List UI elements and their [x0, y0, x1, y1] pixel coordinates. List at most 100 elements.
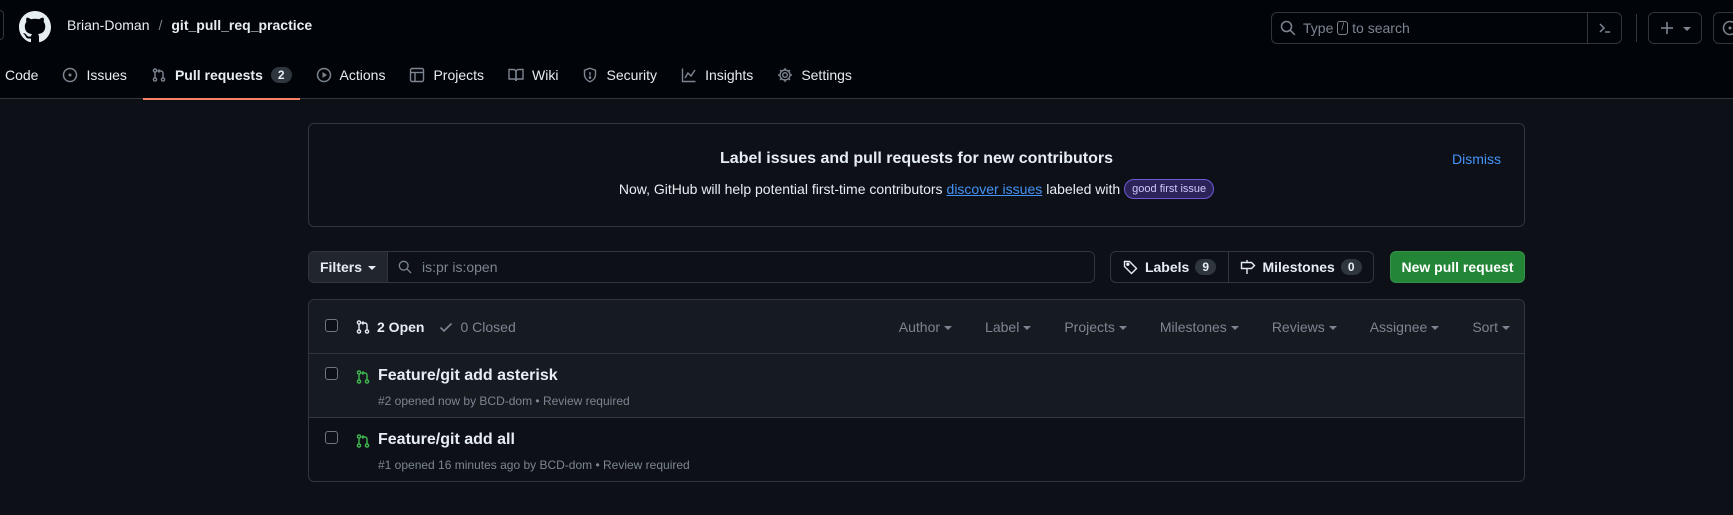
- sort-menu[interactable]: Sort: [1472, 319, 1510, 335]
- closed-count: 0 Closed: [460, 319, 516, 335]
- breadcrumb: Brian-Doman / git_pull_req_practice: [67, 17, 312, 33]
- filter-query-text: is:pr is:open: [422, 259, 498, 275]
- command-palette-button[interactable]: [1587, 13, 1621, 43]
- sort-menus: Author Label Projects Milestones Reviews…: [866, 319, 1510, 335]
- open-filter[interactable]: 2 Open: [355, 319, 424, 335]
- sort-label: Sort: [1472, 319, 1498, 335]
- tab-pull-requests[interactable]: Pull requests 2: [139, 56, 304, 100]
- projects-label: Projects: [1064, 319, 1115, 335]
- assignee-label: Assignee: [1369, 319, 1428, 335]
- filters-button[interactable]: Filters: [309, 252, 388, 282]
- labels-label: Labels: [1144, 259, 1190, 275]
- pull-request-meta: #1 opened 16 minutes ago by BCD-dom • Re…: [378, 458, 690, 472]
- closed-filter[interactable]: 0 Closed: [438, 319, 516, 335]
- search-icon: [398, 260, 412, 274]
- table-icon: [409, 67, 425, 83]
- pull-request-meta: #2 opened now by BCD-dom • Review requir…: [378, 394, 630, 408]
- issues-button[interactable]: [1713, 12, 1733, 44]
- tab-label: Code: [5, 66, 39, 83]
- milestones-count: 0: [1340, 259, 1362, 275]
- chevron-down-icon: [1431, 326, 1440, 330]
- author-filter[interactable]: Author: [898, 319, 953, 335]
- dismiss-button[interactable]: Dismiss: [1452, 151, 1501, 167]
- github-logo-icon[interactable]: [19, 11, 51, 43]
- labels-milestones-group: Labels 9 Milestones 0: [1110, 251, 1374, 283]
- reviews-label: Reviews: [1271, 319, 1325, 335]
- filter-bar: Filters is:pr is:open: [308, 251, 1095, 283]
- chevron-down-icon: [1230, 326, 1239, 330]
- label-label: Label: [985, 319, 1020, 335]
- banner-text-after: labeled with: [1046, 181, 1121, 197]
- git-pull-request-icon: [355, 319, 371, 335]
- repo-tabs: Code Issues Pull requests 2 Actions Proj…: [0, 56, 864, 100]
- tab-label: Wiki: [532, 66, 559, 83]
- filters-label: Filters: [319, 259, 362, 275]
- tab-wiki[interactable]: Wiki: [496, 56, 570, 99]
- milestones-label: Milestones: [1262, 259, 1335, 275]
- select-all-checkbox[interactable]: [325, 319, 338, 332]
- search-shortcut-key: /: [1337, 21, 1349, 35]
- pull-request-title[interactable]: Feature/git add all: [378, 431, 515, 449]
- projects-filter[interactable]: Projects: [1064, 319, 1127, 335]
- pull-request-count-badge: 2: [270, 66, 292, 83]
- tab-label: Insights: [705, 66, 754, 83]
- tab-actions[interactable]: Actions: [304, 56, 398, 99]
- discover-issues-link[interactable]: discover issues: [947, 181, 1043, 197]
- tab-settings[interactable]: Settings: [765, 56, 864, 99]
- tab-label: Projects: [433, 66, 485, 83]
- good-first-issue-label: good first issue: [1124, 179, 1215, 199]
- git-pull-request-icon: [151, 67, 167, 83]
- search-input[interactable]: Type / to search: [1271, 12, 1622, 44]
- list-item[interactable]: Feature/git add all #1 opened 16 minutes…: [309, 418, 1524, 481]
- chevron-down-icon: [1328, 326, 1337, 330]
- contributors-banner: Label issues and pull requests for new c…: [308, 123, 1525, 227]
- issue-opened-icon: [1722, 20, 1733, 36]
- create-new-button[interactable]: [1648, 12, 1702, 44]
- open-count: 2 Open: [377, 319, 425, 335]
- pull-request-title[interactable]: Feature/git add asterisk: [378, 367, 558, 385]
- reviews-filter[interactable]: Reviews: [1272, 319, 1337, 335]
- labels-button[interactable]: Labels 9: [1111, 252, 1229, 282]
- owner-link[interactable]: Brian-Doman: [67, 17, 149, 33]
- banner-text: Now, GitHub will help potential first-ti…: [618, 181, 943, 197]
- git-pull-request-open-icon: [355, 433, 371, 449]
- milestones-filter-label: Milestones: [1159, 319, 1227, 335]
- pull-request-list: 2 Open 0 Closed Author Label Projects Mi…: [308, 299, 1525, 482]
- author-label: Author: [898, 319, 941, 335]
- search-placeholder-prefix: Type: [1303, 20, 1334, 36]
- check-icon: [438, 319, 454, 335]
- list-header: 2 Open 0 Closed Author Label Projects Mi…: [309, 300, 1524, 354]
- filter-search-input[interactable]: is:pr is:open: [388, 252, 1094, 282]
- tab-issues[interactable]: Issues: [50, 56, 138, 99]
- row-checkbox[interactable]: [325, 431, 338, 444]
- assignee-filter[interactable]: Assignee: [1370, 319, 1440, 335]
- tab-projects[interactable]: Projects: [397, 56, 496, 99]
- row-checkbox[interactable]: [325, 367, 338, 380]
- repo-header: Brian-Doman / git_pull_req_practice Type…: [0, 0, 1733, 100]
- search-placeholder: Type / to search: [1303, 20, 1410, 36]
- tag-icon: [1123, 259, 1139, 275]
- breadcrumb-separator: /: [158, 17, 163, 33]
- milestones-button[interactable]: Milestones 0: [1229, 252, 1373, 282]
- list-item[interactable]: Feature/git add asterisk #2 opened now b…: [309, 354, 1524, 418]
- sidebar-toggle-button[interactable]: [0, 10, 4, 40]
- tab-insights[interactable]: Insights: [669, 56, 765, 99]
- plus-icon: [1659, 20, 1675, 36]
- tab-code[interactable]: Code: [0, 56, 50, 99]
- play-icon: [316, 67, 332, 83]
- repo-link[interactable]: git_pull_req_practice: [171, 17, 312, 33]
- graph-icon: [681, 67, 697, 83]
- search-icon: [1280, 20, 1296, 36]
- milestone-icon: [1240, 259, 1256, 275]
- banner-description: Now, GitHub will help potential first-ti…: [309, 179, 1524, 199]
- new-pull-request-button[interactable]: New pull request: [1390, 251, 1525, 283]
- chevron-down-icon: [1502, 326, 1510, 330]
- tab-security[interactable]: Security: [570, 56, 669, 99]
- milestones-filter[interactable]: Milestones: [1160, 319, 1239, 335]
- issue-opened-icon: [62, 67, 78, 83]
- label-filter[interactable]: Label: [985, 319, 1032, 335]
- tab-label: Security: [606, 66, 658, 83]
- search-placeholder-suffix: to search: [1352, 20, 1410, 36]
- book-icon: [508, 67, 524, 83]
- tab-label: Pull requests: [174, 66, 263, 83]
